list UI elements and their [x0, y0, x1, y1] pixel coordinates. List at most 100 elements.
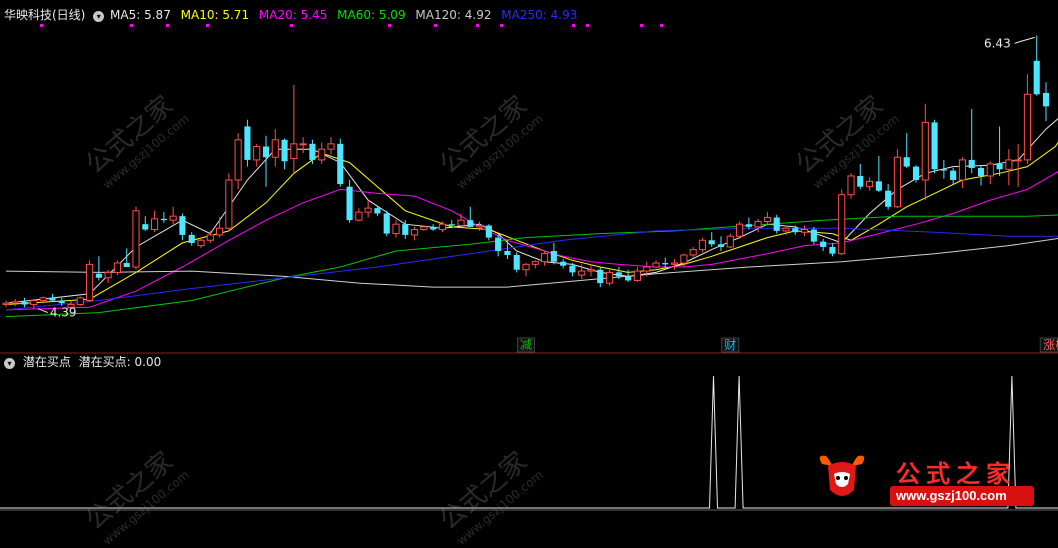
- candle-body: [104, 271, 112, 279]
- candle-body: [179, 216, 186, 235]
- candle-body: [763, 216, 771, 223]
- candle-body: [754, 221, 762, 228]
- candle-body: [680, 254, 688, 264]
- logo-url-text: www.gszj100.com: [896, 488, 1007, 503]
- stock-title[interactable]: 华映科技(日线): [4, 8, 85, 22]
- candle-body: [476, 225, 484, 228]
- candle-body: [244, 126, 251, 160]
- candle-body: [234, 139, 242, 181]
- candle-body: [531, 261, 539, 265]
- candle-body: [58, 300, 65, 304]
- logo-title: 公式之家: [896, 460, 1016, 488]
- candle-body: [188, 234, 195, 243]
- candle-body: [318, 148, 326, 161]
- chart-legend: 华映科技(日线) ▾ MA5: 5.87 MA10: 5.71 MA20: 5.…: [4, 8, 577, 22]
- ma20-label: MA20: 5.45: [258, 8, 328, 22]
- candle-body: [495, 237, 502, 251]
- signal-dot: [166, 24, 169, 27]
- candle-body: [383, 213, 390, 234]
- ma5-label: MA5: 5.87: [110, 8, 171, 22]
- signal-dot: [586, 24, 589, 27]
- candle-body: [820, 241, 827, 247]
- candle-body: [327, 143, 335, 150]
- candle-body: [402, 224, 409, 235]
- signal-dot: [434, 24, 437, 27]
- candle-body: [587, 269, 595, 272]
- candle-body: [940, 169, 947, 171]
- candle-body: [829, 246, 836, 254]
- candle-body: [931, 122, 938, 170]
- candle-body: [522, 263, 530, 271]
- candle-body: [541, 253, 549, 263]
- candle-body: [374, 208, 381, 214]
- candle-body: [550, 250, 557, 262]
- candle-body: [726, 235, 734, 248]
- candle-body: [21, 301, 28, 305]
- candle-body: [197, 239, 205, 247]
- settings-dropdown-icon[interactable]: ▾: [93, 11, 105, 22]
- candle-body: [977, 167, 985, 176]
- candle-body: [151, 218, 159, 231]
- candle-body: [132, 210, 140, 268]
- candle-body: [857, 175, 864, 187]
- candle-body: [792, 228, 799, 233]
- candle-body: [1023, 93, 1031, 161]
- candle-body: [337, 143, 344, 185]
- candle-body: [912, 166, 920, 180]
- candle-body: [448, 224, 455, 226]
- candle-body: [1014, 159, 1022, 162]
- high-pointer: [1014, 36, 1035, 44]
- ma60-label: MA60: 5.09: [337, 8, 406, 22]
- candle-body: [281, 139, 288, 162]
- candle-body: [39, 297, 47, 302]
- candle-body: [30, 300, 38, 306]
- candle-body: [662, 263, 669, 265]
- candle-body: [689, 249, 697, 256]
- signal-dot: [290, 24, 293, 27]
- candle-body: [986, 163, 994, 177]
- candle-body: [485, 225, 492, 238]
- candle-body: [392, 223, 400, 235]
- candle-body: [160, 218, 167, 221]
- signal-dot: [572, 24, 575, 27]
- candle-body: [364, 207, 372, 213]
- candle-body: [996, 163, 1003, 170]
- signal-dot: [130, 24, 133, 27]
- brand-logo: 公式之家 www.gszj100.com: [812, 448, 1038, 510]
- signal-dot: [640, 24, 643, 27]
- candle-body: [86, 263, 94, 302]
- candle-body: [1005, 159, 1013, 170]
- candle-body: [513, 254, 520, 270]
- candle-body: [903, 157, 910, 167]
- signal-dot: [206, 24, 209, 27]
- indicator-legend: ▾ 潜在买点 潜在买点: 0.00: [4, 355, 161, 369]
- candle-body: [968, 159, 975, 168]
- indicator-value-label: 潜在买点: 0.00: [78, 355, 162, 369]
- candle-body: [271, 139, 279, 158]
- signal-dot: [476, 24, 479, 27]
- candle-body: [346, 186, 353, 221]
- candle-body: [290, 143, 298, 160]
- candle-body: [615, 272, 622, 277]
- candle-body: [1033, 60, 1040, 95]
- high-price-label: 6.43: [984, 36, 1011, 50]
- candle-body: [578, 270, 586, 276]
- candle-body: [216, 227, 224, 236]
- candle-body: [782, 227, 790, 232]
- signal-dot: [388, 24, 391, 27]
- candle-body: [885, 190, 892, 207]
- event-tag: 减: [520, 338, 532, 352]
- candle-body: [1042, 92, 1050, 107]
- indicator-name[interactable]: 潜在买点: [23, 355, 71, 369]
- candle-body: [95, 273, 102, 278]
- candle-body: [875, 181, 882, 191]
- candle-body: [262, 146, 270, 158]
- candle-body: [921, 121, 929, 181]
- price-chart[interactable]: 6.43 4.39 减 财 涨榜: [0, 0, 1058, 512]
- candle-body: [438, 223, 446, 231]
- ma120-label: MA120: 4.92: [415, 8, 492, 22]
- candle-body: [411, 229, 419, 236]
- indicator-dropdown-icon[interactable]: ▾: [4, 358, 15, 369]
- candle-body: [225, 179, 233, 229]
- candle-body: [253, 146, 261, 161]
